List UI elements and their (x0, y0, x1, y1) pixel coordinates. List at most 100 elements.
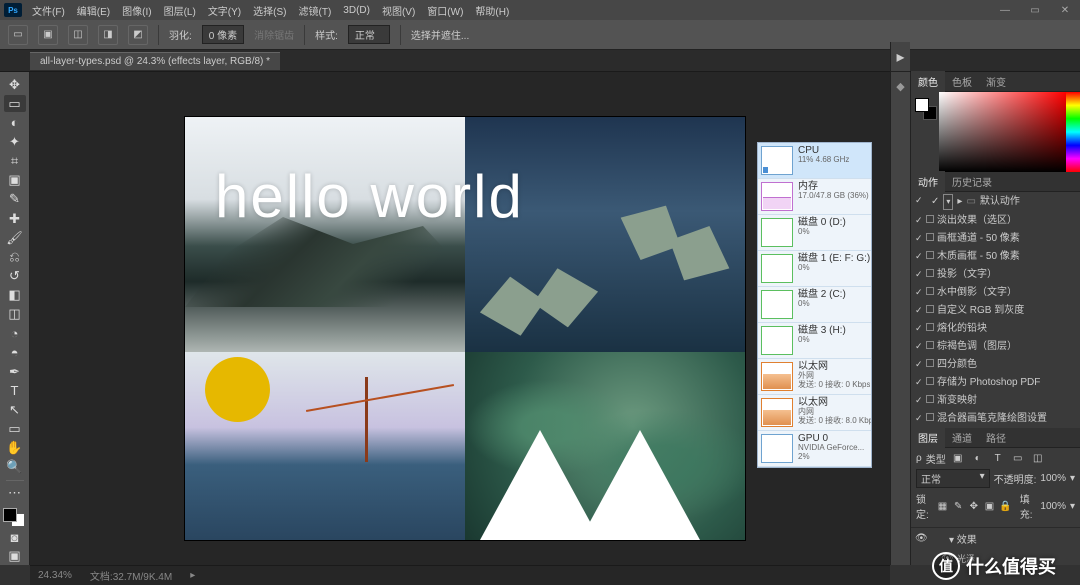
move-tool-icon[interactable]: ✥ (4, 76, 26, 93)
brush-tool-icon[interactable]: 🖌 (4, 229, 26, 246)
gradient-tool-icon[interactable]: ◫ (4, 306, 26, 323)
action-group[interactable]: ✓▾▸▭默认动作 (911, 192, 1080, 212)
status-arrow-icon[interactable]: ▸ (190, 570, 195, 581)
filter-smart-icon[interactable]: ◫ (1030, 453, 1046, 464)
task-manager-panel[interactable]: CPU11% 4.68 GHz内存17.0/47.8 GB (36%)磁盘 0 … (757, 142, 872, 468)
tab-gradients[interactable]: 渐变 (979, 71, 1013, 92)
menu-text[interactable]: 文字(Y) (202, 3, 247, 18)
menu-select[interactable]: 选择(S) (247, 3, 292, 18)
screenmode-icon[interactable]: ▣ (4, 548, 26, 565)
action-item[interactable]: 淡出效果（选区） (911, 212, 1080, 230)
sel-new-icon[interactable]: ▣ (38, 25, 58, 45)
menu-help[interactable]: 帮助(H) (469, 3, 515, 18)
tab-actions[interactable]: 动作 (911, 171, 945, 192)
action-item[interactable]: 存储为 Photoshop PDF (911, 374, 1080, 392)
color-picker[interactable] (911, 92, 1080, 172)
wand-tool-icon[interactable]: ✦ (4, 133, 26, 150)
frame-tool-icon[interactable]: ▣ (4, 172, 26, 189)
action-item[interactable]: 自定义 RGB 到灰度 (911, 302, 1080, 320)
action-item[interactable]: 四分颜色 (911, 356, 1080, 374)
lock-pos-icon[interactable]: ✥ (968, 501, 980, 512)
perf-row[interactable]: 磁盘 1 (E: F: G:)0% (758, 251, 871, 287)
maximize-icon[interactable]: ▭ (1020, 0, 1050, 20)
stamp-tool-icon[interactable]: ⎌ (4, 248, 26, 265)
menu-window[interactable]: 窗口(W) (421, 3, 469, 18)
action-item[interactable]: 熔化的铅块 (911, 320, 1080, 338)
menu-view[interactable]: 视图(V) (376, 3, 421, 18)
doc-size[interactable]: 文档:32.7M/9K.4M (90, 568, 172, 583)
minimize-icon[interactable]: — (990, 0, 1020, 20)
path-tool-icon[interactable]: ↖ (4, 401, 26, 418)
action-item[interactable]: 木质画框 - 50 像素 (911, 248, 1080, 266)
filter-text-icon[interactable]: T (990, 453, 1006, 464)
crop-tool-icon[interactable]: ⌗ (4, 153, 26, 170)
shape-tool-icon[interactable]: ▭ (4, 421, 26, 438)
canvas-area[interactable]: hello world CPU11% 4.68 GHz内存17.0/47.8 G… (30, 72, 910, 565)
sel-int-icon[interactable]: ◩ (128, 25, 148, 45)
action-item[interactable]: 水中倒影（文字） (911, 284, 1080, 302)
history-brush-icon[interactable]: ↺ (4, 267, 26, 284)
tab-swatches[interactable]: 色板 (945, 71, 979, 92)
action-item[interactable]: 混合器画笔克隆绘图设置 (911, 410, 1080, 428)
quickmask-icon[interactable]: ◙ (4, 529, 26, 546)
perf-row[interactable]: GPU 0NVIDIA GeForce...2% (758, 431, 871, 467)
zoom-tool-icon[interactable]: 🔍 (4, 459, 26, 476)
fill-value[interactable]: 100% (1040, 501, 1066, 512)
type-tool-icon[interactable]: T (4, 382, 26, 399)
dock-icon[interactable]: ◆ (894, 78, 906, 95)
hand-tool-icon[interactable]: ✋ (4, 440, 26, 457)
tab-paths[interactable]: 路径 (979, 427, 1013, 448)
close-icon[interactable]: ✕ (1050, 0, 1080, 20)
perf-row[interactable]: 磁盘 2 (C:)0% (758, 287, 871, 323)
filter-adj-icon[interactable]: ◐ (970, 453, 986, 464)
eyedropper-tool-icon[interactable]: ✎ (4, 191, 26, 208)
filter-shape-icon[interactable]: ▭ (1010, 453, 1026, 464)
heal-tool-icon[interactable]: ✚ (4, 210, 26, 227)
lasso-tool-icon[interactable]: ◐ (4, 114, 26, 131)
color-swatches[interactable] (3, 508, 27, 527)
tab-layers[interactable]: 图层 (911, 427, 945, 448)
feather-value[interactable]: 0 像素 (202, 25, 244, 44)
tab-color[interactable]: 颜色 (911, 71, 945, 92)
marquee-tool-icon[interactable]: ▭ (4, 95, 26, 112)
perf-row[interactable]: 磁盘 3 (H:)0% (758, 323, 871, 359)
refine-button[interactable]: 选择并遮住... (411, 27, 469, 42)
tab-history[interactable]: 历史记录 (945, 171, 999, 192)
menu-filter[interactable]: 滤镜(T) (293, 3, 338, 18)
panel-collapse-icon[interactable]: ▸ (890, 42, 910, 72)
style-dropdown[interactable]: 正常 (348, 25, 390, 44)
tool-preset-icon[interactable]: ▭ (8, 25, 28, 45)
lock-all-icon[interactable]: 🔒 (999, 501, 1011, 512)
eraser-tool-icon[interactable]: ◧ (4, 287, 26, 304)
lock-paint-icon[interactable]: ✎ (952, 501, 964, 512)
sel-sub-icon[interactable]: ◨ (98, 25, 118, 45)
action-item[interactable]: 棕褐色调（图层） (911, 338, 1080, 356)
lock-trans-icon[interactable]: ▦ (937, 501, 949, 512)
menu-3d[interactable]: 3D(D) (337, 5, 376, 16)
layer-filter[interactable]: 类型 (926, 451, 946, 466)
effects-header[interactable]: 👁▾ 效果 (911, 528, 1080, 548)
lock-art-icon[interactable]: ▣ (984, 501, 996, 512)
perf-row[interactable]: 以太网外网发送: 0 接收: 0 Kbps (758, 359, 871, 395)
menu-image[interactable]: 图像(I) (116, 3, 157, 18)
filter-image-icon[interactable]: ▣ (950, 453, 966, 464)
perf-row[interactable]: CPU11% 4.68 GHz (758, 143, 871, 179)
blend-mode-dropdown[interactable]: 正常▾ (916, 469, 990, 488)
perf-row[interactable]: 以太网内网发送: 0 接收: 8.0 Kbps (758, 395, 871, 431)
action-item[interactable]: 画框通道 - 50 像素 (911, 230, 1080, 248)
sel-add-icon[interactable]: ◫ (68, 25, 88, 45)
action-item[interactable]: 渐变映射 (911, 392, 1080, 410)
tab-channels[interactable]: 通道 (945, 427, 979, 448)
menu-edit[interactable]: 编辑(E) (71, 3, 116, 18)
perf-row[interactable]: 磁盘 0 (D:)0% (758, 215, 871, 251)
action-item[interactable]: 投影（文字） (911, 266, 1080, 284)
zoom-level[interactable]: 24.34% (38, 570, 72, 581)
menu-layer[interactable]: 图层(L) (158, 3, 202, 18)
menu-file[interactable]: 文件(F) (26, 3, 71, 18)
opacity-value[interactable]: 100% (1040, 473, 1066, 484)
pen-tool-icon[interactable]: ✒ (4, 363, 26, 380)
blur-tool-icon[interactable]: ◔ (4, 325, 26, 342)
document-tab[interactable]: all-layer-types.psd @ 24.3% (effects lay… (30, 52, 280, 70)
dodge-tool-icon[interactable]: ◓ (4, 344, 26, 361)
edit-toolbar-icon[interactable]: ⋯ (4, 485, 26, 502)
